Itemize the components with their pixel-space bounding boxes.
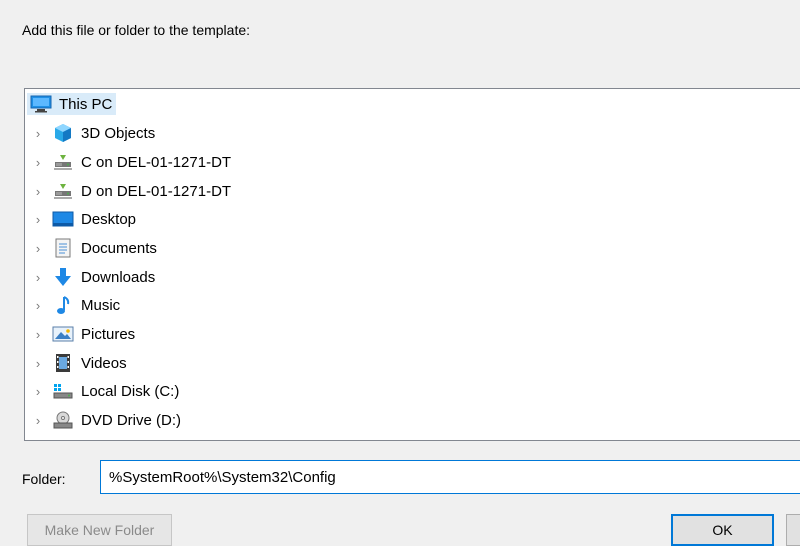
pictures-icon <box>51 324 75 344</box>
tree-item-label: This PC <box>59 95 113 113</box>
tree-item-label: C on DEL-01-1271-DT <box>81 153 232 171</box>
dialog-instruction: Add this file or folder to the template: <box>22 22 251 38</box>
tree-item-downloads[interactable]: › Downloads <box>25 263 800 291</box>
desktop-icon <box>51 209 75 229</box>
chevron-right-icon[interactable]: › <box>25 356 51 371</box>
tree-item-videos[interactable]: › Videos <box>25 349 800 377</box>
tree-item-3d-objects[interactable]: › 3D Objects <box>25 119 800 147</box>
tree-item-label: Pictures <box>81 325 136 343</box>
tree-item-label: 3D Objects <box>81 124 156 142</box>
folder-path-input[interactable] <box>100 460 800 494</box>
chevron-right-icon[interactable]: › <box>25 212 51 227</box>
tree-item-d-on-del[interactable]: › D on DEL-01-1271-DT <box>25 177 800 205</box>
music-icon <box>51 295 75 315</box>
tree-item-label: Local Disk (C:) <box>81 382 180 400</box>
downloads-icon <box>51 267 75 287</box>
tree-item-documents[interactable]: › Documents <box>25 234 800 262</box>
tree-item-this-pc[interactable]: This PC <box>27 90 800 118</box>
ok-button[interactable]: OK <box>671 514 774 546</box>
network-drive-icon <box>51 181 75 201</box>
local-disk-icon <box>51 381 75 401</box>
documents-icon <box>51 238 75 258</box>
tree-item-c-on-del[interactable]: › C on DEL-01-1271-DT <box>25 148 800 176</box>
tree-item-label: Downloads <box>81 268 156 286</box>
chevron-right-icon[interactable]: › <box>25 155 51 170</box>
tree-item-desktop[interactable]: › Desktop <box>25 205 800 233</box>
tree-item-label: DVD Drive (D:) <box>81 411 181 429</box>
tree-item-label: Documents <box>81 239 157 257</box>
chevron-right-icon[interactable]: › <box>25 327 51 342</box>
tree-item-dvd-drive-d[interactable]: › DVD Drive (D:) <box>25 406 800 434</box>
tree-item-label: Videos <box>81 354 127 372</box>
tree-item-local-disk-c[interactable]: › Local Disk (C:) <box>25 377 800 405</box>
chevron-right-icon[interactable]: › <box>25 126 51 141</box>
chevron-right-icon[interactable]: › <box>25 384 51 399</box>
chevron-right-icon[interactable]: › <box>25 241 51 256</box>
network-drive-icon <box>51 152 75 172</box>
dvd-drive-icon <box>51 410 75 430</box>
folder-tree[interactable]: This PC › 3D Objects › C on DEL-01-1271-… <box>24 88 800 441</box>
tree-item-pictures[interactable]: › Pictures <box>25 320 800 348</box>
tree-item-label: D on DEL-01-1271-DT <box>81 182 232 200</box>
tree-item-label: Desktop <box>81 210 137 228</box>
chevron-right-icon[interactable]: › <box>25 184 51 199</box>
chevron-right-icon[interactable]: › <box>25 413 51 428</box>
cancel-button[interactable] <box>786 514 800 546</box>
chevron-right-icon[interactable]: › <box>25 298 51 313</box>
3d-objects-icon <box>51 123 75 143</box>
tree-item-music[interactable]: › Music <box>25 291 800 319</box>
chevron-right-icon[interactable]: › <box>25 270 51 285</box>
folder-label: Folder: <box>22 471 66 487</box>
tree-item-label: Music <box>81 296 121 314</box>
make-new-folder-button[interactable]: Make New Folder <box>27 514 172 546</box>
videos-icon <box>51 353 75 373</box>
computer-icon <box>29 94 53 114</box>
